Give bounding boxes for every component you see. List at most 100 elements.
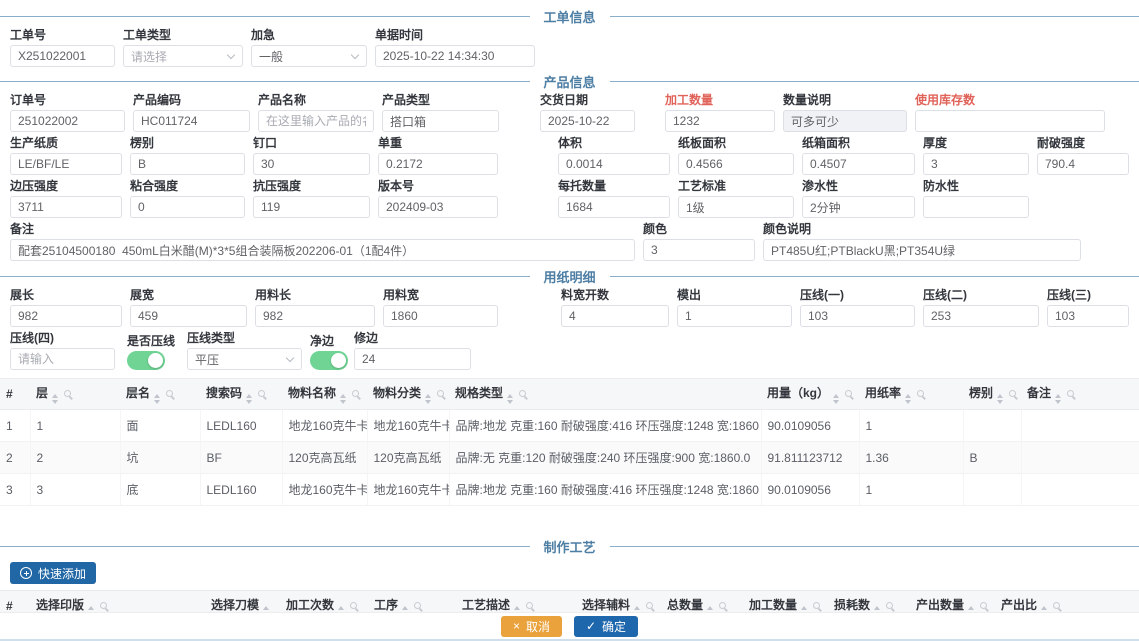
crease4-input[interactable]: [10, 348, 115, 370]
sort-icon[interactable]: [246, 394, 252, 404]
field-label: 生产纸质: [10, 136, 122, 150]
table-row[interactable]: 1 1 面 LEDL160 地龙160克牛卡纸 地龙160克牛卡纸 品牌:地龙 …: [0, 410, 1139, 442]
field-label: 边压强度: [10, 179, 122, 193]
clean-edge-toggle[interactable]: [310, 351, 348, 370]
product-code-input[interactable]: [133, 110, 250, 132]
edge-crush-input[interactable]: [10, 196, 122, 218]
per-pallet-input[interactable]: [558, 196, 670, 218]
sort-icon[interactable]: [833, 394, 839, 404]
field-label: 订单号: [10, 93, 125, 107]
search-icon[interactable]: [1009, 390, 1016, 397]
field-work-order-type: 工单类型 请选择: [123, 28, 243, 67]
search-icon[interactable]: [519, 390, 526, 397]
width-cuts-input[interactable]: [561, 305, 669, 327]
product-type-input[interactable]: [382, 110, 499, 132]
search-icon[interactable]: [886, 602, 893, 609]
col-header-paper-rate[interactable]: 用纸率: [859, 379, 963, 410]
product-name-input[interactable]: [258, 110, 374, 132]
volume-input[interactable]: [558, 153, 670, 175]
search-icon[interactable]: [437, 390, 444, 397]
seepage-input[interactable]: [802, 196, 915, 218]
is-crease-toggle[interactable]: [127, 351, 165, 370]
field-urgent: 加急 一般: [251, 28, 367, 67]
remark-input[interactable]: [10, 239, 635, 261]
work-order-type-select[interactable]: 请选择: [123, 45, 243, 67]
sort-icon[interactable]: [997, 394, 1003, 404]
urgent-select[interactable]: 一般: [251, 45, 367, 67]
confirm-button[interactable]: ✓ 确定: [574, 616, 638, 637]
spread-length-input[interactable]: [10, 305, 122, 327]
search-icon[interactable]: [258, 390, 265, 397]
field-label: 版本号: [378, 179, 498, 193]
process-qty-input[interactable]: [665, 110, 775, 132]
col-header-usage-kg[interactable]: 用量（kg）: [761, 379, 859, 410]
color-desc-input[interactable]: [763, 239, 1081, 261]
table-row[interactable]: 3 3 底 LEDL160 地龙160克牛卡纸 地龙160克牛卡纸 品牌:地龙 …: [0, 474, 1139, 506]
col-header-spec-type[interactable]: 规格类型: [449, 379, 761, 410]
waterproof-input[interactable]: [923, 196, 1029, 218]
doc-time-input[interactable]: [375, 45, 535, 67]
col-header-search-code[interactable]: 搜索码: [200, 379, 282, 410]
sort-icon[interactable]: [1055, 394, 1061, 404]
sort-icon[interactable]: [154, 394, 160, 404]
cancel-button[interactable]: × 取消: [501, 616, 562, 637]
search-icon[interactable]: [917, 390, 924, 397]
box-area-input[interactable]: [802, 153, 915, 175]
craft-std-input[interactable]: [678, 196, 794, 218]
sort-icon[interactable]: [507, 394, 513, 404]
col-header-layer-name[interactable]: 层名: [120, 379, 200, 410]
col-header-layer[interactable]: 层: [30, 379, 120, 410]
die-out-input[interactable]: [677, 305, 792, 327]
sort-icon[interactable]: [52, 394, 58, 404]
search-icon[interactable]: [166, 390, 173, 397]
paper-quality-input[interactable]: [10, 153, 122, 175]
search-icon[interactable]: [813, 602, 820, 609]
crease2-input[interactable]: [923, 305, 1039, 327]
crease1-input[interactable]: [800, 305, 915, 327]
order-no-input[interactable]: [10, 110, 125, 132]
unit-weight-input[interactable]: [378, 153, 498, 175]
search-icon[interactable]: [350, 602, 357, 609]
col-header-remark[interactable]: 备注: [1021, 379, 1139, 410]
section-divider-process: 制作工艺: [0, 538, 1139, 554]
spread-width-input[interactable]: [130, 305, 247, 327]
crease-type-select[interactable]: 平压: [187, 348, 302, 370]
staple-input[interactable]: [253, 153, 370, 175]
color-count-input[interactable]: [643, 239, 755, 261]
work-order-no-input[interactable]: [10, 45, 115, 67]
col-header-material-name[interactable]: 物料名称: [282, 379, 367, 410]
version-input[interactable]: [378, 196, 498, 218]
search-icon[interactable]: [64, 390, 71, 397]
search-icon[interactable]: [100, 602, 107, 609]
search-icon[interactable]: [1053, 602, 1060, 609]
trim-input[interactable]: [354, 348, 471, 370]
material-width-input[interactable]: [383, 305, 498, 327]
sort-icon[interactable]: [905, 394, 911, 404]
search-icon[interactable]: [1067, 390, 1074, 397]
search-icon[interactable]: [414, 602, 421, 609]
search-icon[interactable]: [352, 390, 359, 397]
search-icon[interactable]: [646, 602, 653, 609]
thickness-input[interactable]: [923, 153, 1029, 175]
crease3-input[interactable]: [1047, 305, 1129, 327]
col-header-flute[interactable]: 楞别: [963, 379, 1021, 410]
board-area-input[interactable]: [678, 153, 794, 175]
search-icon[interactable]: [980, 602, 987, 609]
burst-input[interactable]: [1037, 153, 1129, 175]
sort-icon[interactable]: [340, 394, 346, 404]
search-icon[interactable]: [719, 602, 726, 609]
sort-icon[interactable]: [425, 394, 431, 404]
delivery-date-input[interactable]: [540, 110, 635, 132]
use-stock-input[interactable]: [915, 110, 1105, 132]
search-icon[interactable]: [526, 602, 533, 609]
field-delivery-date: 交货日期: [540, 93, 635, 132]
search-icon[interactable]: [845, 390, 852, 397]
table-row[interactable]: 2 2 坑 BF 120克高瓦纸 120克高瓦纸 品牌:无 克重:120 耐破强…: [0, 442, 1139, 474]
field-doc-time: 单据时间: [375, 28, 535, 67]
bond-input[interactable]: [130, 196, 245, 218]
flute-input[interactable]: [130, 153, 245, 175]
quick-add-button[interactable]: 快速添加: [10, 562, 96, 584]
material-length-input[interactable]: [255, 305, 375, 327]
compress-input[interactable]: [253, 196, 370, 218]
col-header-material-class[interactable]: 物料分类: [367, 379, 449, 410]
